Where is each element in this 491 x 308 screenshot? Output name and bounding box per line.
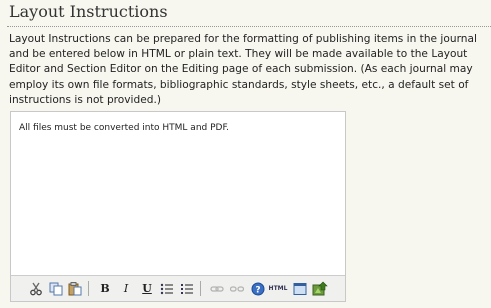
fullscreen-icon[interactable]	[291, 280, 309, 297]
underline-button[interactable]: U	[138, 280, 156, 297]
numbered-list-icon[interactable]	[178, 280, 196, 297]
editor-content[interactable]: All files must be converted into HTML an…	[19, 123, 229, 133]
toolbar-separator	[88, 281, 89, 296]
paste-icon[interactable]	[66, 280, 84, 297]
image-upload-icon[interactable]	[311, 280, 329, 297]
bullet-list-icon[interactable]	[158, 280, 176, 297]
copy-icon[interactable]	[47, 280, 65, 297]
layout-instructions-editor[interactable]: All files must be converted into HTML an…	[10, 111, 346, 302]
scissors-icon[interactable]	[27, 280, 45, 297]
section-title: Layout Instructions	[9, 2, 168, 21]
editor-toolbar: B I U ? HTML	[11, 275, 345, 301]
divider	[7, 26, 491, 28]
help-icon[interactable]: ?	[249, 280, 267, 297]
bold-button[interactable]: B	[96, 280, 114, 297]
html-source-button[interactable]: HTML	[269, 280, 288, 297]
svg-text:?: ?	[255, 285, 260, 295]
link-icon[interactable]	[208, 280, 226, 297]
unlink-icon[interactable]	[228, 280, 246, 297]
section-description: Layout Instructions can be prepared for …	[9, 33, 477, 106]
italic-button[interactable]: I	[117, 280, 135, 297]
toolbar-separator	[200, 281, 201, 296]
